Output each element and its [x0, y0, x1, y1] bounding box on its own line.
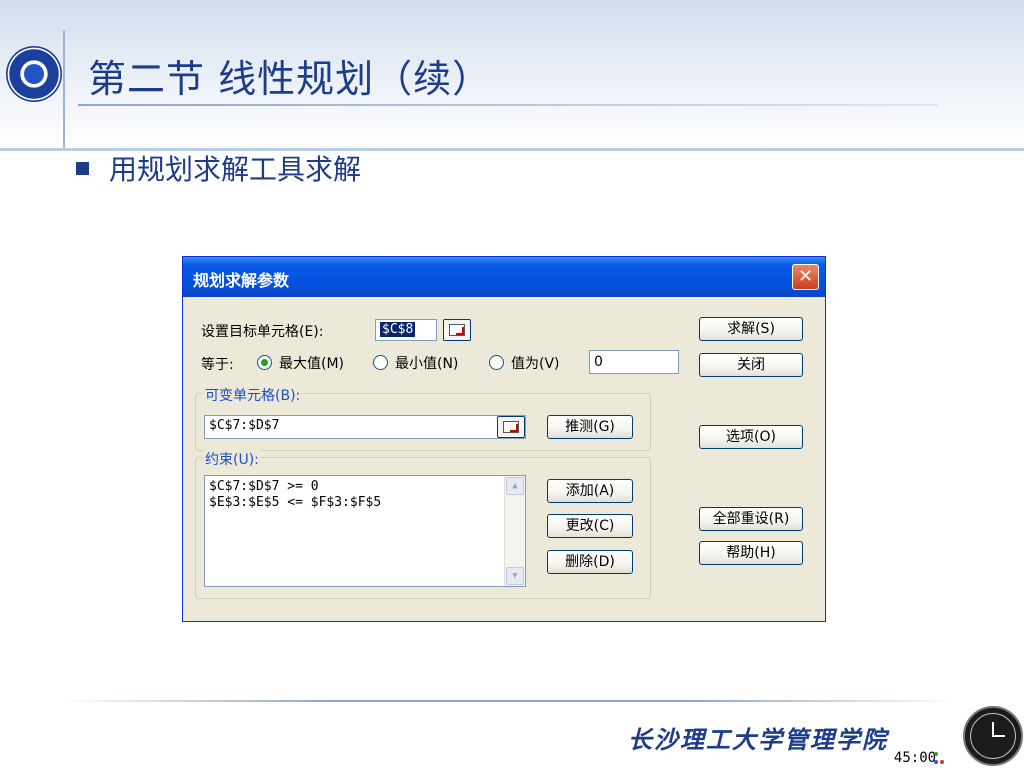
target-cell-label: 设置目标单元格(E):: [201, 324, 324, 340]
changing-cells-label: 可变单元格(B):: [203, 385, 303, 405]
university-logo-icon: [6, 46, 62, 102]
scroll-down-icon[interactable]: ▼: [506, 567, 524, 585]
close-button[interactable]: 关闭: [699, 353, 803, 377]
equal-to-label: 等于:: [201, 357, 234, 373]
constraints-list[interactable]: $C$7:$D$7 >= 0 $E$3:$E$5 <= $F$3:$F$5 ▲ …: [204, 475, 526, 587]
title-underline: [78, 104, 938, 106]
change-button[interactable]: 更改(C): [547, 514, 633, 538]
options-button[interactable]: 选项(O): [699, 425, 803, 449]
list-item[interactable]: $E$3:$E$5 <= $F$3:$F$5: [209, 495, 521, 511]
dialog-titlebar[interactable]: 规划求解参数 ✕: [183, 257, 825, 297]
reset-all-button[interactable]: 全部重设(R): [699, 507, 803, 531]
radio-value-of-label: 值为(V): [511, 356, 560, 372]
changing-cells-input[interactable]: $C$7:$D$7: [204, 415, 526, 439]
dialog-title: 规划求解参数: [193, 271, 290, 290]
scroll-up-icon[interactable]: ▲: [506, 477, 524, 495]
radio-min-label: 最小值(N): [395, 356, 459, 372]
radio-max-label: 最大值(M): [279, 356, 345, 372]
clock-icon: [963, 706, 1023, 766]
footer-school-name: 长沙理工大学管理学院: [628, 725, 888, 754]
footer-rule: [60, 700, 960, 702]
target-collapse-icon[interactable]: [443, 319, 471, 341]
solve-button[interactable]: 求解(S): [699, 317, 803, 341]
constraints-label: 约束(U):: [203, 449, 261, 469]
target-cell-input[interactable]: $C$8: [375, 319, 437, 341]
bullet-square-icon: [76, 161, 89, 175]
radio-max[interactable]: [257, 355, 272, 370]
guess-button[interactable]: 推测(G): [547, 415, 633, 439]
bullet-item: 用规划求解工具求解: [76, 150, 361, 186]
bullet-text: 用规划求解工具求解: [109, 153, 362, 186]
close-icon[interactable]: ✕: [792, 264, 819, 290]
radio-min[interactable]: [373, 355, 388, 370]
constraints-scrollbar[interactable]: ▲ ▼: [504, 476, 525, 586]
changing-collapse-icon[interactable]: [497, 416, 525, 438]
header-vertical-rule: [63, 30, 65, 148]
target-cell-value: $C$8: [380, 322, 416, 337]
add-button[interactable]: 添加(A): [547, 479, 633, 503]
delete-button[interactable]: 删除(D): [547, 550, 633, 574]
solver-parameters-dialog: 规划求解参数 ✕ 设置目标单元格(E): $C$8 求解(S) 关闭 等于: 最…: [182, 256, 826, 622]
list-item[interactable]: $C$7:$D$7 >= 0: [209, 479, 521, 495]
value-of-input[interactable]: 0: [589, 350, 679, 374]
help-button[interactable]: 帮助(H): [699, 541, 803, 565]
radio-value-of[interactable]: [489, 355, 504, 370]
timer-dots-icon: [934, 750, 946, 766]
slide-title: 第二节 线性规划（续）: [88, 57, 492, 101]
